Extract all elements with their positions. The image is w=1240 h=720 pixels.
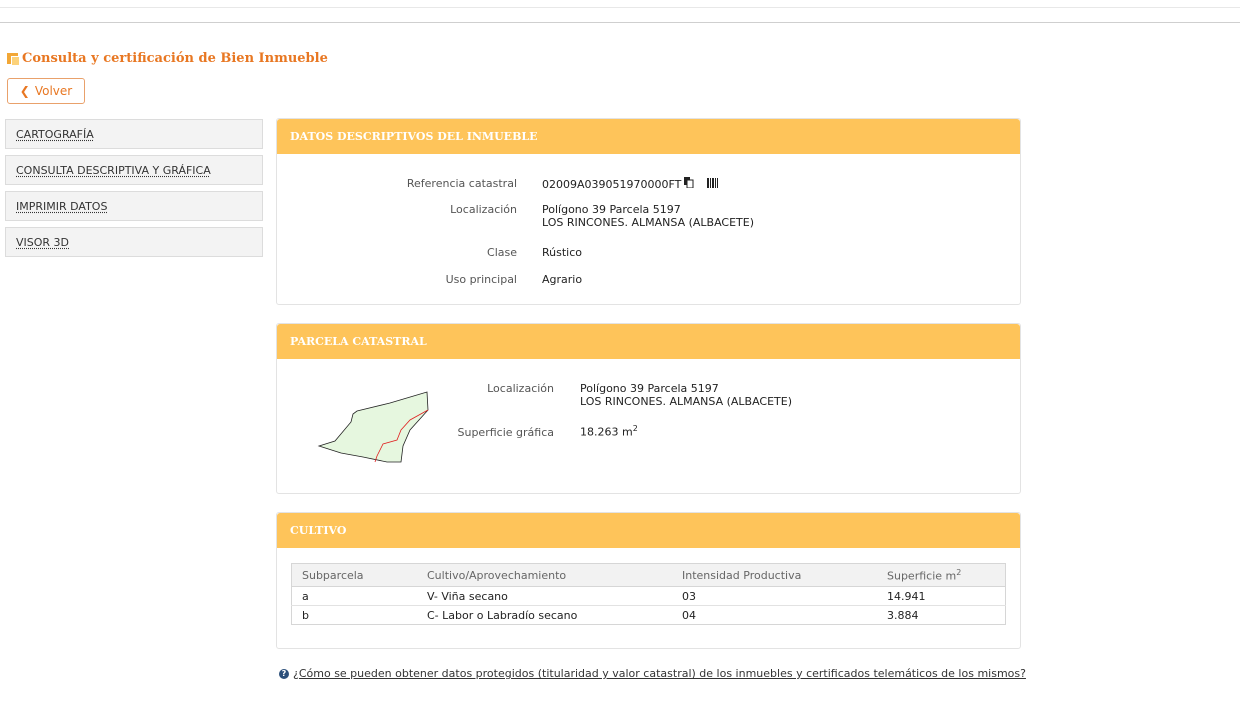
sidebar-item-imprimir[interactable]: IMPRIMIR DATOS bbox=[5, 191, 263, 221]
table-header-row: Subparcela Cultivo/Aprovechamiento Inten… bbox=[291, 563, 1006, 587]
header-divider bbox=[0, 22, 1240, 23]
page-title-text: Consulta y certificación de Bien Inmuebl… bbox=[22, 51, 328, 66]
panel-header: CULTIVO bbox=[277, 513, 1020, 548]
copy-icon[interactable] bbox=[684, 177, 694, 191]
loc-line-1: Polígono 39 Parcela 5197 bbox=[542, 203, 681, 216]
sidebar-item-label: CARTOGRAFÍA bbox=[16, 127, 94, 141]
loc-value: Polígono 39 Parcela 5197 LOS RINCONES. A… bbox=[542, 203, 754, 229]
panel-header: DATOS DESCRIPTIVOS DEL INMUEBLE bbox=[277, 119, 1020, 154]
table-row: b C- Labor o Labradío secano 04 3.884 bbox=[292, 606, 1006, 625]
superficie-label: Superficie gráfica bbox=[457, 426, 555, 439]
superficie-exp: 2 bbox=[632, 424, 638, 433]
cell-intensidad: 03 bbox=[672, 586, 877, 606]
cell-subparcela: a bbox=[291, 586, 417, 606]
back-button-label: Volver bbox=[34, 84, 73, 98]
top-divider bbox=[0, 7, 1240, 8]
col-cultivo: Cultivo/Aprovechamiento bbox=[417, 563, 672, 587]
clase-value: Rústico bbox=[542, 246, 582, 259]
back-button[interactable]: ❮ Volver bbox=[7, 78, 85, 104]
ref-label: Referencia catastral bbox=[406, 177, 517, 190]
uso-label: Uso principal bbox=[445, 273, 517, 286]
sidebar-item-consulta[interactable]: CONSULTA DESCRIPTIVA Y GRÁFICA bbox=[5, 155, 263, 185]
parcela-loc-line-1: Polígono 39 Parcela 5197 bbox=[580, 382, 719, 395]
col-intensidad: Intensidad Productiva bbox=[672, 563, 877, 587]
parcela-loc-line-2: LOS RINCONES. ALMANSA (ALBACETE) bbox=[580, 395, 793, 408]
cell-cultivo: C- Labor o Labradío secano bbox=[427, 608, 578, 622]
cultivo-table: Subparcela Cultivo/Aprovechamiento Inten… bbox=[291, 563, 1006, 625]
cell-intensidad: 04 bbox=[682, 608, 696, 622]
col-superficie: Superficie m2 bbox=[877, 563, 1006, 587]
cell-cultivo: V- Viña secano bbox=[417, 586, 672, 606]
parcel-map[interactable] bbox=[315, 386, 435, 466]
superficie-value: 18.263 m2 bbox=[580, 424, 638, 439]
sidebar-item-cartografia[interactable]: CARTOGRAFÍA bbox=[5, 119, 263, 149]
sidebar-item-label: VISOR 3D bbox=[16, 235, 70, 249]
panel-header: PARCELA CATASTRAL bbox=[277, 324, 1020, 359]
cultivo-panel: CULTIVO Subparcela Cultivo/Aprovechamien… bbox=[276, 512, 1021, 649]
ref-value-row: 02009A039051970000FT bbox=[542, 177, 719, 191]
protected-data-link[interactable]: ¿Cómo se pueden obtener datos protegidos… bbox=[293, 667, 1026, 680]
cell-subparcela: b bbox=[302, 608, 309, 622]
barcode-icon[interactable] bbox=[707, 177, 719, 191]
sidebar-item-label: IMPRIMIR DATOS bbox=[16, 199, 108, 213]
cell-superficie: 14.941 bbox=[877, 586, 1006, 606]
ref-value: 02009A039051970000FT bbox=[542, 177, 682, 191]
col-superficie-label: Superficie m bbox=[887, 569, 957, 583]
page-title: Consulta y certificación de Bien Inmuebl… bbox=[7, 51, 328, 66]
cell-superficie: 3.884 bbox=[887, 608, 919, 622]
help-link-row: ? ¿Cómo se pueden obtener datos protegid… bbox=[279, 667, 1026, 680]
chevron-left-icon: ❮ bbox=[19, 84, 30, 98]
col-subparcela: Subparcela bbox=[291, 563, 417, 587]
parcela-catastral-panel: PARCELA CATASTRAL Localización Polígono … bbox=[276, 323, 1021, 494]
col-superficie-exp: 2 bbox=[956, 567, 962, 577]
loc-label: Localización bbox=[450, 203, 517, 216]
sidebar: CARTOGRAFÍA CONSULTA DESCRIPTIVA Y GRÁFI… bbox=[5, 119, 263, 263]
sidebar-item-visor-3d[interactable]: VISOR 3D bbox=[5, 227, 263, 257]
loc-line-2: LOS RINCONES. ALMANSA (ALBACETE) bbox=[542, 216, 755, 229]
parcela-loc-label: Localización bbox=[487, 382, 554, 395]
datos-descriptivos-panel: DATOS DESCRIPTIVOS DEL INMUEBLE Referenc… bbox=[276, 118, 1021, 305]
sidebar-item-label: CONSULTA DESCRIPTIVA Y GRÁFICA bbox=[16, 163, 211, 177]
question-circle-icon: ? bbox=[279, 668, 289, 679]
table-row: a V- Viña secano 03 14.941 bbox=[291, 586, 1006, 606]
clase-label: Clase bbox=[487, 246, 517, 259]
parcela-loc-value: Polígono 39 Parcela 5197 LOS RINCONES. A… bbox=[580, 382, 792, 408]
document-icon bbox=[7, 53, 19, 65]
superficie-number: 18.263 m bbox=[580, 425, 633, 439]
uso-value: Agrario bbox=[542, 273, 583, 286]
